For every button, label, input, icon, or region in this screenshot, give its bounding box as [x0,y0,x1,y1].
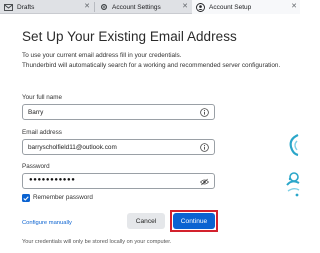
tab-account-setup-label: Account Setup [209,3,252,11]
name-input[interactable] [28,105,196,119]
password-field[interactable]: ●●●●●●●●●●● [22,173,215,189]
tab-drafts[interactable]: Drafts ✕ [0,0,93,14]
eye-slash-icon[interactable] [200,177,209,186]
name-field[interactable] [22,104,215,120]
tab-account-settings[interactable]: Account Settings ✕ [95,0,191,14]
name-label: Your full name [22,94,63,101]
close-icon[interactable]: ✕ [291,2,297,12]
configure-manually-link[interactable]: Configure manually [22,220,72,226]
cancel-button[interactable]: Cancel [127,213,165,229]
continue-button[interactable]: Continue [173,213,215,229]
tab-drafts-label: Drafts [17,3,35,11]
intro-line-1: To use your current email address fill i… [22,52,182,59]
email-input[interactable] [28,140,196,154]
email-field[interactable] [22,139,215,155]
decorative-illustration [282,133,300,213]
envelope-icon [4,3,13,12]
account-setup-page: Set Up Your Existing Email Address To us… [0,15,300,253]
remember-password-checkbox[interactable] [22,194,30,202]
credentials-note: Your credentials will only be stored loc… [22,239,172,245]
intro-line-2: Thunderbird will automatically search fo… [22,61,281,69]
password-input[interactable]: ●●●●●●●●●●● [29,177,75,183]
email-label: Email address [22,129,62,136]
tab-account-settings-label: Account Settings [112,3,161,11]
close-icon[interactable]: ✕ [84,2,90,12]
info-icon [200,143,209,152]
close-icon[interactable]: ✕ [182,2,188,12]
remember-password-label[interactable]: Remember password [33,194,93,201]
info-icon [200,108,209,117]
tab-account-setup[interactable]: Account Setup ✕ [192,0,300,14]
intro-text: To use your current email address fill i… [22,51,280,70]
page-title: Set Up Your Existing Email Address [22,29,237,44]
password-label: Password [22,163,50,170]
tab-bar: Drafts ✕ Account Settings ✕ Account Setu… [0,0,300,14]
account-icon [196,2,205,12]
gear-icon [99,3,108,12]
